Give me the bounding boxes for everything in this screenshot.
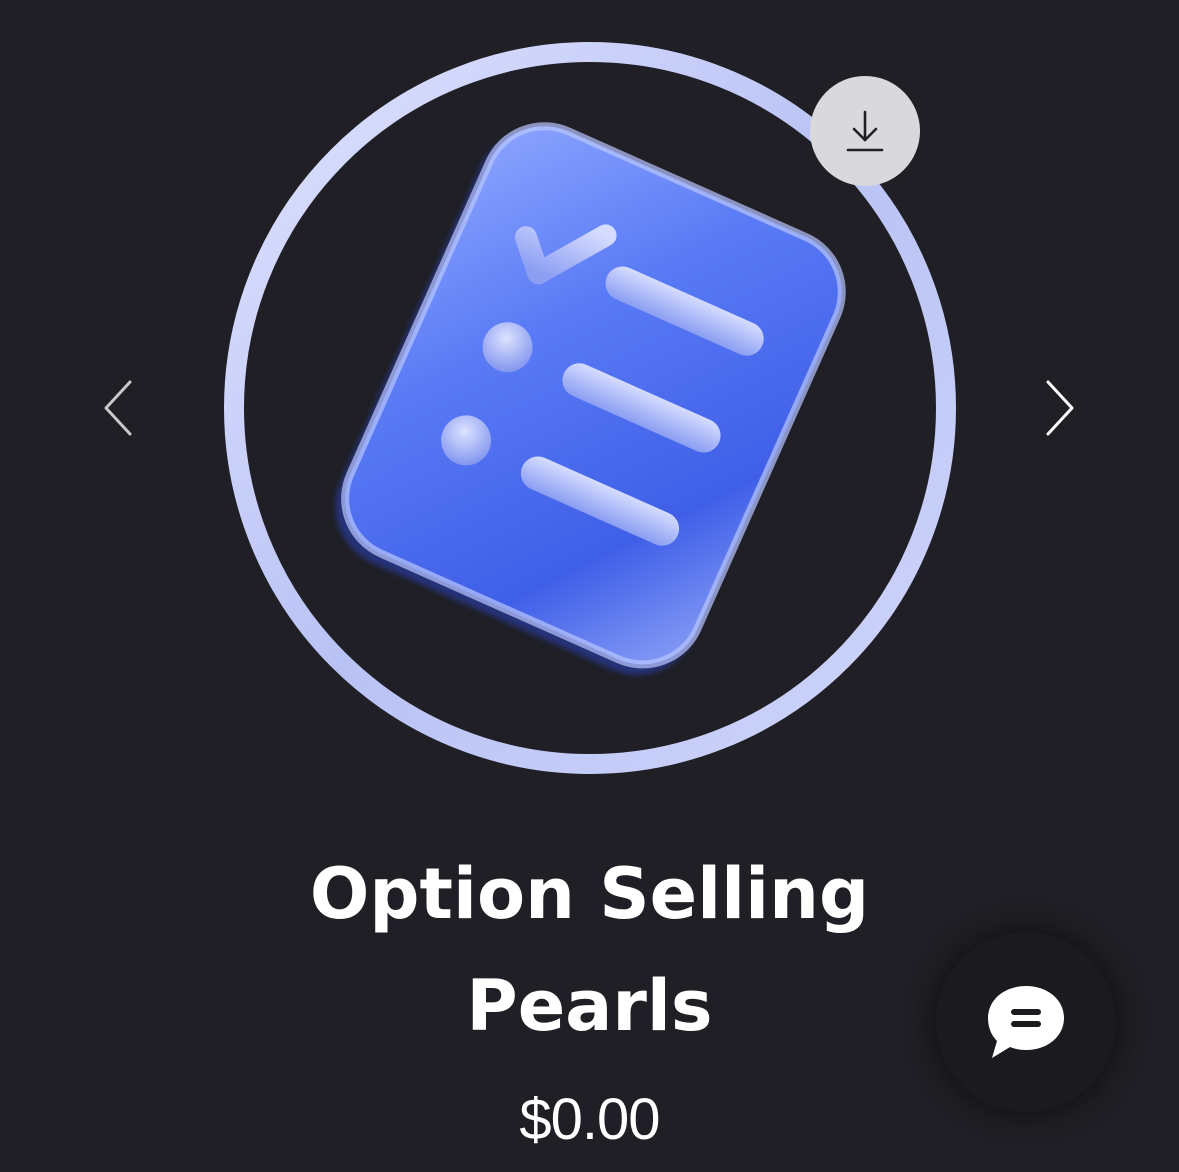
next-button[interactable] [1030, 370, 1090, 446]
product-page: Option Selling Pearls $0.00 [0, 0, 1179, 1172]
chevron-left-icon [104, 380, 132, 436]
chevron-right-icon [1046, 380, 1074, 436]
download-icon [846, 110, 884, 152]
chat-bubble-icon [988, 986, 1064, 1058]
product-title-line-1: Option Selling [309, 853, 870, 935]
download-button[interactable] [810, 76, 920, 186]
previous-button[interactable] [88, 370, 148, 446]
chat-button[interactable] [936, 932, 1116, 1112]
